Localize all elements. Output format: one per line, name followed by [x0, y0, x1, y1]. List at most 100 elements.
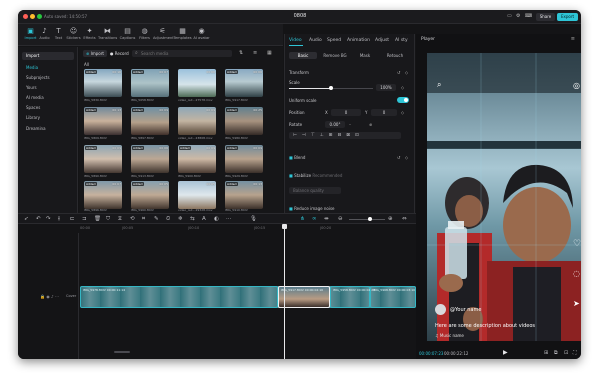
cover-label[interactable]: Cover [66, 294, 76, 298]
split-left-icon[interactable]: ⊏ [70, 216, 75, 222]
tab-ai-style[interactable]: AI sty [395, 38, 408, 43]
zoom-out-icon[interactable]: ⊖ [338, 216, 343, 222]
position-keyframe-icon[interactable]: ◇ [401, 110, 404, 115]
zoom-in-icon[interactable]: ⊕ [388, 216, 393, 222]
reset-icon[interactable]: ↺ [397, 70, 400, 75]
blend-check-icon[interactable]: ■ [289, 155, 293, 160]
shield-icon[interactable]: ⛉ [106, 216, 110, 223]
minimize-window-button[interactable] [30, 14, 35, 19]
freeze-icon[interactable]: ❄ [178, 216, 183, 222]
media-thumb[interactable]: 00:09 [178, 107, 216, 135]
rotate-input[interactable]: 0.00° [325, 121, 345, 128]
clip-1[interactable]: IMG_5978.MOV 00:00:11:14 [80, 286, 278, 308]
media-thumb[interactable]: Added 00:06 [225, 69, 263, 97]
redo-icon[interactable]: ↷ [46, 216, 51, 222]
subtab-mask[interactable]: Mask [353, 52, 377, 59]
preview-axis-icon[interactable]: ⇹ [324, 216, 329, 222]
layout-icon[interactable]: ▭ [507, 13, 512, 19]
zoom-slider[interactable] [349, 219, 385, 220]
player-menu-icon[interactable]: ≡ [571, 36, 575, 42]
media-thumb[interactable]: Added 00:07 [131, 69, 169, 97]
crop-icon[interactable]: ⧉ [554, 350, 558, 356]
subtab-retouch[interactable]: Retouch [380, 52, 410, 59]
fit-timeline-icon[interactable]: ⇔ [402, 216, 407, 222]
tab-audio[interactable]: Audio [309, 38, 322, 43]
media-thumb[interactable]: Added 00:13 [225, 181, 263, 209]
media-thumb[interactable]: Added 00:25 [225, 107, 263, 135]
media-thumb[interactable]: Added 00:13 [84, 107, 122, 135]
keyframe-icon[interactable]: ◇ [405, 70, 408, 75]
stabilize-check-icon[interactable]: ■ [289, 173, 293, 178]
media-thumb[interactable]: 00:05 [178, 181, 216, 209]
sidebar-item-dreamina[interactable]: Dreamina [22, 125, 74, 133]
mic-icon[interactable]: 🎙 [250, 216, 257, 222]
settings-icon[interactable]: ⚙ [516, 13, 520, 19]
clip-3[interactable]: IMG_5958.MOV 00:00:02:23 [330, 286, 375, 308]
ratio-icon[interactable]: ⊞ [544, 350, 548, 356]
stabilize-quality-select[interactable]: Balance quality [289, 187, 341, 194]
media-thumb[interactable]: Added 00:09 [225, 145, 263, 173]
play-icon[interactable]: ▶ [503, 349, 508, 356]
media-thumb[interactable]: Added 00:07 [84, 181, 122, 209]
tool-effects[interactable]: ✦ Effects [80, 26, 99, 44]
timeline-ruler[interactable]: 00:00 |00:05 |00:10 |00:15 |00:20 [18, 224, 416, 233]
tool-adjustment[interactable]: ⚟ Adjustment [153, 26, 174, 44]
filter-icon[interactable]: ≡ [253, 50, 257, 56]
media-thumb[interactable]: Added 00:09 [84, 145, 122, 173]
view-toggle-icon[interactable]: ▦ [267, 50, 272, 56]
scale-slider-knob[interactable] [329, 86, 333, 90]
pos-x-input[interactable]: 0 [331, 109, 361, 116]
tool-templates[interactable]: ▦ Templates [173, 26, 192, 44]
blend-keyframe-icon[interactable]: ◇ [405, 155, 408, 160]
sidebar-item-subprojects[interactable]: Subprojects [22, 74, 74, 82]
scale-keyframe-icon[interactable]: ◇ [401, 85, 404, 90]
more-icon[interactable]: ⋯ [226, 216, 232, 222]
split-right-icon[interactable]: ⊐ [82, 216, 87, 222]
clip-4[interactable]: IMG_5968.MOV 00:00:03:10 [370, 286, 416, 308]
text-tool-icon[interactable]: A [202, 216, 206, 222]
reduce-noise-check-icon[interactable]: ■ [289, 206, 293, 211]
sidebar-item-spaces[interactable]: Spaces [22, 104, 74, 112]
scale-value[interactable]: 100% [376, 84, 396, 91]
share-button[interactable]: Share [536, 13, 555, 21]
tool-transitions[interactable]: ⧓ Transitions [98, 26, 117, 44]
lock-icon[interactable]: 🔒 [40, 294, 45, 299]
sidebar-item-library[interactable]: Library [22, 114, 74, 122]
more-track-icon[interactable]: ⋯ [55, 294, 59, 299]
tab-adjust[interactable]: Adjust [375, 38, 389, 43]
tab-video[interactable]: Video [289, 38, 302, 43]
mask-icon[interactable]: ◐ [214, 216, 219, 222]
media-thumb[interactable]: Added 00:06 [131, 145, 169, 173]
uniform-scale-toggle[interactable] [397, 97, 409, 103]
close-window-button[interactable] [23, 14, 28, 19]
rotate-plus-icon[interactable]: ⊕ [369, 122, 372, 127]
align-icon[interactable]: ⊢⊣⊤⊥⊞⊟⊠⊡ [293, 133, 364, 138]
playhead[interactable] [284, 224, 285, 359]
sidebar-item-media[interactable]: Media [22, 64, 74, 72]
audio-track-icon[interactable]: ♪ [51, 294, 54, 299]
edit-icon[interactable]: ✎ [154, 216, 159, 222]
subtab-basic[interactable]: Basic [289, 52, 317, 59]
keyboard-icon[interactable]: ⌨ [525, 13, 532, 19]
sidebar-item-import[interactable]: Import [22, 52, 74, 60]
timeline-scrollbar[interactable] [114, 351, 130, 353]
sidebar-item-yours[interactable]: Yours [22, 84, 74, 92]
crop-tool-icon[interactable]: ⌗ [142, 216, 145, 223]
tab-animation[interactable]: Animation [347, 38, 370, 43]
media-thumb[interactable]: Added 00:05 [131, 181, 169, 209]
zoom-fit-icon[interactable]: ⊡ [564, 350, 568, 356]
import-button[interactable]: ⊕ Import [83, 50, 107, 57]
delete-icon[interactable]: 🗑 [94, 216, 101, 222]
project-title[interactable]: 0808 [288, 13, 312, 19]
playhead-handle[interactable] [282, 224, 287, 229]
tool-filters[interactable]: ◍ Filters [135, 26, 154, 44]
media-thumb[interactable]: 00:06 [178, 69, 216, 97]
split-icon[interactable]: ⫲ [58, 216, 60, 223]
media-thumb[interactable]: Added 00:09 [131, 107, 169, 135]
media-search-input[interactable] [132, 50, 232, 57]
alignment-buttons[interactable]: ⊢⊣⊤⊥⊞⊟⊠⊡ [289, 132, 401, 139]
media-thumb[interactable]: Added 00:16 [84, 69, 122, 97]
eye-icon[interactable]: ◉ [46, 294, 50, 299]
speed-icon[interactable]: ⏲ [166, 216, 170, 223]
link-icon[interactable]: ∞ [312, 216, 317, 222]
